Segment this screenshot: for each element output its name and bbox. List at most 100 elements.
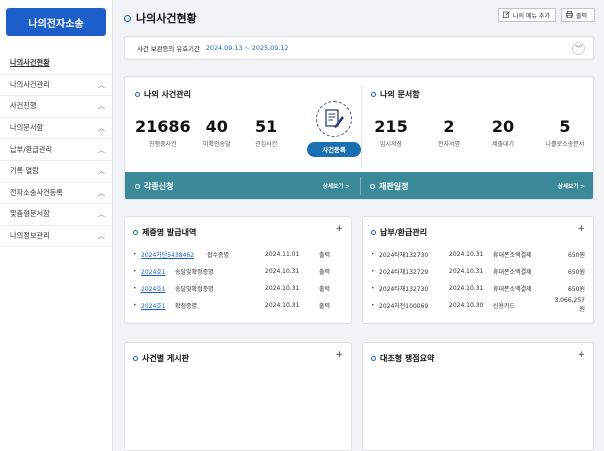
sidebar-item-label: 나의정보관리 <box>10 231 50 241</box>
plus-icon[interactable]: + <box>335 350 343 360</box>
stat-submit-pending[interactable]: 20 제출대기 <box>483 117 523 148</box>
sidebar-item-label: 나의사건관리 <box>10 79 50 89</box>
doc-box-title-text: 나의 문서함 <box>380 90 420 99</box>
table-row[interactable]: • 2024차전100069 2024.10.30 신용카드 3,066,257… <box>371 297 585 313</box>
case-number-link[interactable]: 2024가단5438462 <box>141 250 207 259</box>
quick-links-bar: 각종신청 상세보기 > 재판일정 상세보기 > <box>125 172 593 199</box>
cert-type: 송달및확정증명 <box>175 285 214 293</box>
sidebar-logo-button[interactable]: 나의전자소송 <box>6 8 106 36</box>
table-row: • 2024호1 확정증명 2024.10.31 출력 <box>133 299 343 311</box>
title-bullet-icon <box>124 14 131 22</box>
bullet-icon: • <box>371 250 375 258</box>
bullet-icon: • <box>133 250 137 258</box>
table-row: • 2024호1 송달및확정증명 2024.10.31 출력 <box>133 282 343 294</box>
trial-schedule-more-link[interactable]: 상세보기 > <box>558 182 585 190</box>
sidebar-item-label: 나의문서함 <box>10 123 44 133</box>
payment-date: 2024.10.31 <box>449 250 484 258</box>
cert-type: 송달및확정증명 <box>175 268 214 276</box>
section-bullet-icon <box>133 356 138 361</box>
sidebar-item-e-case-register[interactable]: 전자소송사건등록 ︿ <box>0 183 113 205</box>
print-link[interactable]: 출력 <box>319 301 330 310</box>
retention-period-label: 사건 보관등의 유효기간 <box>137 44 200 53</box>
plus-icon[interactable]: + <box>577 350 585 360</box>
payment-amount: 650원 <box>568 285 585 293</box>
cert-issue-title-text: 제증명 발급내역 <box>142 228 197 237</box>
stat-number: 215 <box>374 117 408 136</box>
doc-box-title: 나의 문서함 <box>371 89 591 100</box>
doc-box-section: 나의 문서함 215 임시저장 2 전자서명 20 제출대기 5 나홀로소송문서 <box>371 89 591 179</box>
table-row[interactable]: • 2024타채132729 2024.10.31 휴대폰소액결제 650원 <box>371 265 585 277</box>
cert-date: 2024.10.31 <box>265 284 300 292</box>
issue-summary-card: 대조형 쟁점요약 + <box>362 342 594 451</box>
sidebar-item-label: 기록 열람 <box>10 166 39 176</box>
section-bullet-icon <box>370 183 375 189</box>
stat-label: 임시저장 <box>379 141 403 148</box>
payment-date: 2024.10.31 <box>449 284 484 292</box>
case-board-card: 사건별 게시판 + <box>124 342 352 451</box>
sidebar-item-payment[interactable]: 납부/환급관리 ︿ <box>0 139 113 161</box>
trial-schedule-link[interactable]: 재판일정 상세보기 > <box>360 172 593 199</box>
print-link[interactable]: 출력 <box>319 267 330 276</box>
stat-self-litigation[interactable]: 5 나홀로소송문서 <box>539 117 591 148</box>
stat-label: 나홀로소송문서 <box>545 141 585 148</box>
print-link[interactable]: 출력 <box>319 250 330 259</box>
bullet-icon: • <box>371 301 375 309</box>
payment-amount: 650원 <box>568 268 585 276</box>
chevron-up-icon: ︿ <box>98 80 105 89</box>
sidebar-item-case-progress[interactable]: 사건진행 ︿ <box>0 96 113 118</box>
applications-more-link[interactable]: 상세보기 > <box>323 182 350 190</box>
print-link[interactable]: 출력 <box>319 284 330 293</box>
sidebar-item-label: 사건진행 <box>10 101 37 111</box>
chevron-up-icon: ︿ <box>98 102 105 111</box>
section-divider <box>361 85 362 169</box>
chevron-down-icon[interactable]: ﹀ <box>572 42 585 55</box>
applications-link[interactable]: 각종신청 상세보기 > <box>125 172 360 199</box>
table-row: • 2024호1 송달및확정증명 2024.10.31 출력 <box>133 265 343 277</box>
stat-label: 진행중사건 <box>149 141 177 148</box>
plus-icon[interactable]: + <box>335 224 343 234</box>
sidebar-item-case-mgmt[interactable]: 나의사건관리 ︿ <box>0 75 113 97</box>
stat-number: 40 <box>205 117 228 136</box>
stat-label: 제출대기 <box>491 141 515 148</box>
section-bullet-icon <box>133 230 138 235</box>
print-button[interactable]: 출력 <box>561 8 595 22</box>
case-number-link[interactable]: 2024호1 <box>141 284 175 293</box>
section-bullet-icon <box>135 92 140 97</box>
stat-unconfirmed-delivery[interactable]: 40 미확인송달 <box>203 117 231 148</box>
section-bullet-icon <box>135 183 140 189</box>
add-my-menu-button[interactable]: 나의 메뉴 추가 <box>498 8 556 22</box>
case-number-link[interactable]: 2024호1 <box>141 267 175 276</box>
sidebar-item-label: 나의사건현황 <box>10 58 50 68</box>
section-bullet-icon <box>371 92 376 97</box>
chevron-up-icon: ︿ <box>98 232 105 241</box>
edit-icon <box>503 10 510 20</box>
stat-label: 관심사건 <box>255 141 278 148</box>
sidebar-item-case-status[interactable]: 나의사건현황 <box>0 53 113 75</box>
case-register-button[interactable]: 사건등록 <box>307 142 361 157</box>
chevron-up-icon: ︿ <box>98 188 105 197</box>
stat-interest-case[interactable]: 51 관심사건 <box>255 117 277 148</box>
payment-case-number: 2024차전100069 <box>379 302 429 310</box>
cert-issue-title: 제증명 발급내역 <box>133 227 196 238</box>
payment-amount: 650원 <box>568 251 585 259</box>
case-number-link[interactable]: 2024호1 <box>141 301 175 310</box>
sidebar-item-label: 전자소송사건등록 <box>10 187 63 197</box>
sidebar-item-custom-docs[interactable]: 맞춤형문서함 ︿ <box>0 204 113 226</box>
payment-case-number: 2024타채132730 <box>379 251 429 259</box>
case-mgmt-title: 나의 사건관리 <box>135 89 361 100</box>
chevron-up-icon: ︿ <box>98 167 105 176</box>
summary-card: 나의 사건관리 21686 진행중사건 40 미확인송달 51 관심사건 사건등… <box>124 76 594 200</box>
stat-e-signature[interactable]: 2 전자서명 <box>429 117 469 148</box>
stat-in-progress[interactable]: 21686 진행중사건 <box>135 117 191 148</box>
sidebar-item-record-view[interactable]: 기록 열람 ︿ <box>0 161 113 183</box>
sidebar-item-my-info[interactable]: 나의정보관리 ︿ <box>0 226 113 248</box>
table-row[interactable]: • 2024타채132730 2024.10.31 휴대폰소액결제 650원 <box>371 282 585 294</box>
plus-icon[interactable]: + <box>577 224 585 234</box>
payment-title: 납부/환급관리 <box>371 227 427 238</box>
section-bullet-icon <box>371 230 376 235</box>
payment-amount: 3,066,257원 <box>554 297 585 313</box>
sidebar-item-doc-box[interactable]: 나의문서함 ︿ <box>0 118 113 140</box>
cert-type: 접수증명 <box>207 251 230 259</box>
table-row[interactable]: • 2024타채132730 2024.10.31 휴대폰소액결제 650원 <box>371 248 585 260</box>
stat-temp-save[interactable]: 215 임시저장 <box>371 117 411 148</box>
